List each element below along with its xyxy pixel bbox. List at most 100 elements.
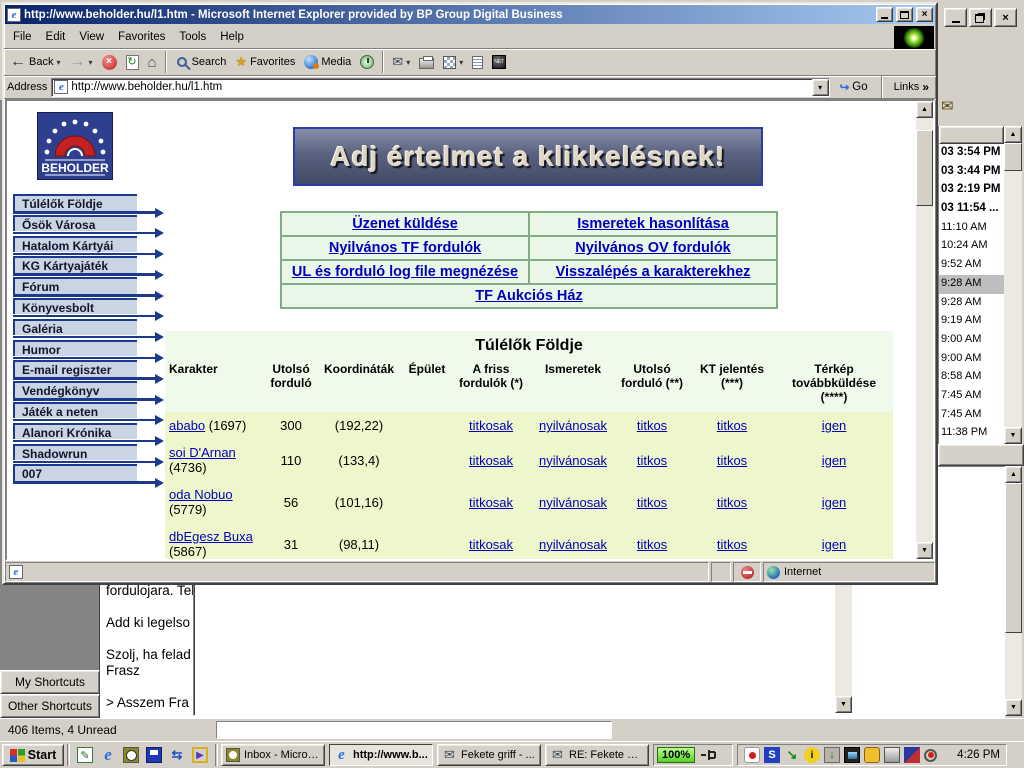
nav-menu-item[interactable]: Galéria [13, 319, 137, 336]
message-list-item[interactable]: 9:00 AM [939, 331, 1004, 350]
quick-launch-icon[interactable]: ✎ [77, 747, 93, 763]
nav-menu-item[interactable]: Ősök Városa [13, 215, 137, 232]
quick-launch-icon[interactable]: ⇆ [169, 747, 185, 763]
kt-report-link[interactable]: titkos [717, 418, 747, 433]
links-toolbar[interactable]: Links » [890, 80, 933, 94]
menu-item[interactable]: Help [213, 28, 251, 46]
message-list-item[interactable]: 9:52 AM [939, 256, 1004, 275]
outlook-restore-button[interactable] [969, 8, 992, 27]
nav-menu-item[interactable]: Shadowrun [13, 444, 137, 461]
character-link[interactable]: oda Nobuo [169, 487, 233, 502]
edit-button[interactable]: ▾ [439, 50, 467, 74]
fresh-turns-link[interactable]: titkosak [469, 418, 513, 433]
maximize-button[interactable] [896, 7, 913, 22]
tray-icon[interactable] [924, 749, 937, 762]
kt-report-link[interactable]: titkos [717, 453, 747, 468]
outlook-close-button[interactable]: × [994, 8, 1017, 27]
banner-ad[interactable]: Adj értelmet a klikkelésnek! [293, 127, 763, 186]
nav-menu-item[interactable]: KG Kártyajáték [13, 256, 137, 273]
tray-icon[interactable]: S [764, 747, 780, 763]
menu-item[interactable]: Tools [172, 28, 213, 46]
tray-icon[interactable] [744, 747, 760, 763]
fresh-turns-link[interactable]: titkosak [469, 495, 513, 510]
nav-menu-item[interactable]: Játék a neten [13, 402, 137, 419]
map-forward-link[interactable]: igen [822, 495, 847, 510]
message-list-item[interactable]: 9:19 AM [939, 312, 1004, 331]
tray-icon[interactable]: ↓ [824, 747, 840, 763]
quick-link[interactable]: Visszalépés a karakterekhez [556, 264, 751, 280]
go-button[interactable]: ↪ Go [834, 77, 874, 98]
quick-launch-icon[interactable]: ▶ [192, 747, 208, 763]
quick-link[interactable]: Nyilvános OV fordulók [575, 240, 731, 256]
nav-menu-item[interactable]: Könyvesbolt [13, 298, 137, 315]
preview-pane-scrollbar[interactable]: ▲ ▼ [1005, 466, 1022, 716]
quick-link[interactable]: Nyilvános TF fordulók [329, 240, 481, 256]
message-list-scrollbar[interactable]: ▲ ▼ [1004, 126, 1022, 444]
kt-report-link[interactable]: titkos [717, 495, 747, 510]
start-button[interactable]: Start [2, 744, 64, 766]
taskbar-clock[interactable]: 4:26 PM [953, 749, 1000, 761]
tray-icon[interactable] [844, 747, 860, 763]
net-button[interactable]: NET [488, 50, 510, 74]
map-forward-link[interactable]: igen [822, 453, 847, 468]
task-button[interactable]: ✉ RE: Fekete grif... [545, 744, 649, 766]
close-button[interactable]: × [916, 7, 933, 22]
map-forward-link[interactable]: igen [822, 418, 847, 433]
battery-indicator[interactable]: 100% [657, 747, 695, 763]
scroll-down-button[interactable]: ▼ [1005, 699, 1022, 716]
scroll-up-button[interactable]: ▲ [916, 101, 933, 118]
task-button[interactable]: ✉ Fekete griff - ... [437, 744, 541, 766]
tray-icon[interactable] [884, 747, 900, 763]
last-turn-link[interactable]: titkos [637, 537, 667, 552]
tray-icon[interactable] [904, 747, 920, 763]
quick-launch-icon[interactable] [123, 747, 139, 763]
message-list-item[interactable]: 03 3:54 PM [939, 144, 1004, 163]
scroll-down-button[interactable]: ▼ [1004, 427, 1022, 444]
nav-menu-item[interactable]: E-mail regiszter [13, 360, 137, 377]
quick-launch-icon[interactable]: e [100, 747, 116, 763]
search-button[interactable]: Search [171, 50, 231, 74]
message-list-item[interactable]: 9:28 AM [939, 294, 1004, 313]
character-link[interactable]: soi D'Arnan [169, 445, 236, 460]
knowledge-link[interactable]: nyilvánosak [539, 418, 607, 433]
last-turn-link[interactable]: titkos [637, 418, 667, 433]
message-list-column-header[interactable] [939, 126, 1004, 144]
quick-link[interactable]: Üzenet küldése [352, 216, 458, 232]
scroll-down-button[interactable]: ▼ [835, 696, 852, 713]
message-list-item[interactable]: 7:45 AM [939, 387, 1004, 406]
favorites-button[interactable]: ★ Favorites [231, 50, 299, 74]
message-list-item[interactable]: 03 2:19 PM [939, 181, 1004, 200]
nav-menu-item[interactable]: Alanori Krónika [13, 423, 137, 440]
ie-title-bar[interactable]: e http://www.beholder.hu/l1.htm - Micros… [5, 5, 935, 24]
knowledge-link[interactable]: nyilvánosak [539, 537, 607, 552]
character-link[interactable]: dbEgesz Buxa [169, 529, 253, 544]
fresh-turns-link[interactable]: titkosak [469, 453, 513, 468]
address-input[interactable]: e http://www.beholder.hu/l1.htm ▾ [51, 78, 829, 97]
message-list-item[interactable]: 9:00 AM [939, 350, 1004, 369]
scrollbar-thumb[interactable] [1004, 143, 1022, 171]
outlook-embedded-field[interactable]: ▼ [193, 582, 855, 716]
nav-menu-item[interactable]: Fórum [13, 277, 137, 294]
outlook-minimize-button[interactable] [944, 8, 967, 27]
forward-button[interactable]: → ▾ [65, 50, 96, 74]
message-list-item[interactable]: 8:58 AM [939, 368, 1004, 387]
quick-launch-icon[interactable] [146, 747, 162, 763]
character-link[interactable]: ababo [169, 418, 205, 433]
tray-icon[interactable]: i [804, 747, 820, 763]
embedded-field-scrollbar[interactable]: ▼ [835, 585, 852, 713]
knowledge-link[interactable]: nyilvánosak [539, 495, 607, 510]
beholder-logo[interactable]: BEHOLDER [37, 112, 113, 180]
scrollbar-thumb[interactable] [1005, 483, 1022, 633]
outlook-mail-toolbar-icon[interactable]: ✉ [941, 97, 954, 115]
nav-menu-item[interactable]: Vendégkönyv [13, 381, 137, 398]
history-button[interactable] [356, 50, 378, 74]
menu-item[interactable]: View [72, 28, 111, 46]
scrollbar-thumb[interactable] [916, 130, 933, 206]
quick-link[interactable]: Ismeretek hasonlítása [577, 216, 729, 232]
refresh-button[interactable]: ↻ [122, 50, 143, 74]
shortcut-group-button[interactable]: Other Shortcuts [0, 694, 100, 718]
media-button[interactable]: Media [300, 50, 355, 74]
stop-button[interactable]: × [98, 50, 121, 74]
nav-menu-item[interactable]: Humor [13, 340, 137, 357]
last-turn-link[interactable]: titkos [637, 453, 667, 468]
